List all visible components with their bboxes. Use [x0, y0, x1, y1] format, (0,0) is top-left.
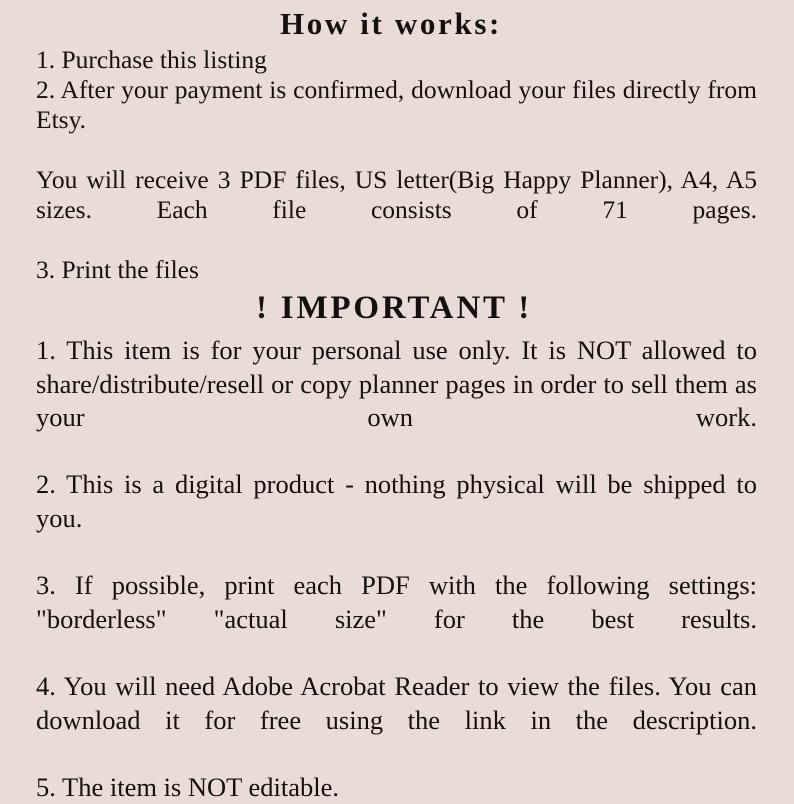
important-note-5: 5. The item is NOT editable.: [36, 771, 339, 802]
important-note-3: 3. If possible, print each PDF with the …: [36, 570, 757, 634]
important-heading: ! IMPORTANT !: [255, 290, 533, 326]
important-note-1: 1. This item is for your personal use on…: [36, 335, 757, 433]
how-it-works-heading: How it works:: [280, 6, 502, 41]
how-it-works-section: 1. Purchase this listing 2. After your p…: [0, 45, 794, 285]
how-it-works-file-details: You will receive 3 PDF files, US letter(…: [36, 165, 757, 224]
how-it-works-step-1: 1. Purchase this listing: [36, 45, 267, 74]
how-it-works-step-2: 2. After your payment is confirmed, down…: [36, 75, 757, 134]
important-note-2: 2. This is a digital product - nothing p…: [36, 469, 757, 533]
how-it-works-step-3: 3. Print the files: [36, 255, 199, 284]
important-section: 1. This item is for your personal use on…: [0, 334, 794, 804]
document-page: How it works: 1. Purchase this listing 2…: [0, 0, 794, 802]
important-note-4: 4. You will need Adobe Acrobat Reader to…: [36, 670, 757, 735]
